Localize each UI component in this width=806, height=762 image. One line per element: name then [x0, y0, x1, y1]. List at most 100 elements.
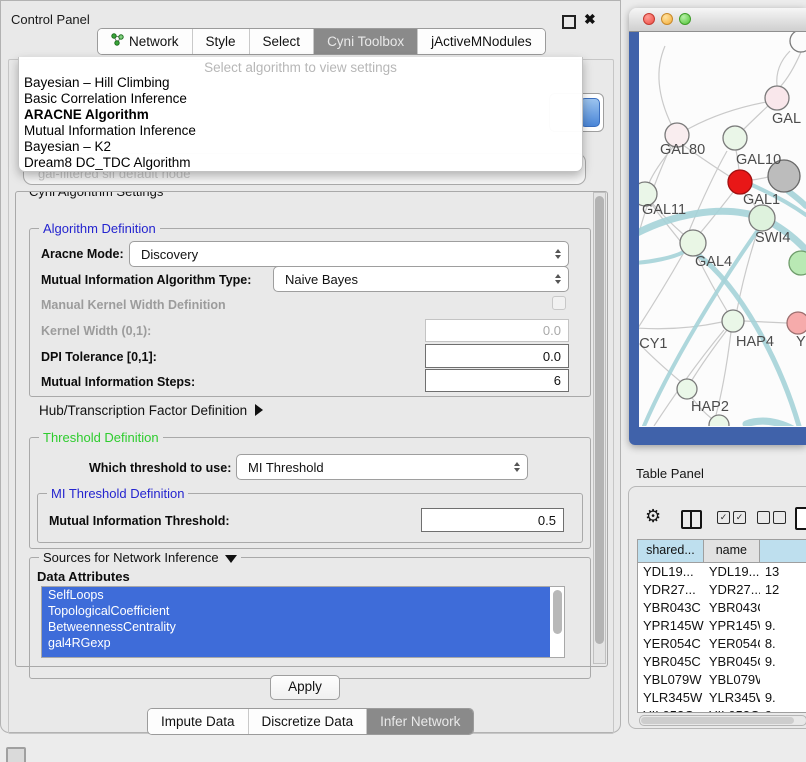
- gear-icon[interactable]: ⚙: [645, 507, 661, 525]
- attributes-scrollbar[interactable]: [552, 589, 563, 653]
- column-header-shared-name[interactable]: shared...: [638, 540, 704, 562]
- panel-title: Control Panel: [11, 12, 90, 27]
- tab-style[interactable]: Style: [192, 29, 249, 54]
- tab-network[interactable]: Network: [98, 29, 192, 54]
- table-row[interactable]: YLR345WYLR345W9.: [638, 689, 806, 707]
- node-label: GAL80: [660, 142, 705, 158]
- node-label: GAL10: [736, 152, 781, 168]
- kernel-width-field[interactable]: 0.0: [425, 319, 569, 342]
- table-horizontal-scrollbar[interactable]: [639, 715, 806, 726]
- network-node[interactable]: [677, 379, 697, 399]
- table-row[interactable]: YBL079WYBL079W: [638, 671, 806, 689]
- mi-threshold-label: Mutual Information Threshold:: [49, 514, 230, 528]
- network-node[interactable]: [749, 205, 775, 231]
- network-node[interactable]: [789, 251, 806, 275]
- node-label: GAL: [772, 111, 801, 127]
- mi-threshold-definition-title: MI Threshold Definition: [47, 486, 188, 501]
- unchecked-checkbox-icon[interactable]: [773, 511, 786, 524]
- network-node[interactable]: [722, 310, 744, 332]
- algorithm-options-list: Bayesian – Hill ClimbingBasic Correlatio…: [19, 75, 582, 171]
- algorithm-option[interactable]: ARACNE Algorithm: [19, 107, 582, 123]
- collapsed-panel-button[interactable]: [6, 747, 26, 762]
- close-icon[interactable]: ✖: [584, 11, 596, 28]
- tab-discretize-data[interactable]: Discretize Data: [248, 709, 367, 734]
- table-row[interactable]: YDR27...YDR27...12: [638, 581, 806, 599]
- hub-definition-label: Hub/Transcription Factor Definition: [39, 403, 247, 418]
- which-threshold-combo[interactable]: MI Threshold: [236, 454, 528, 480]
- table-row[interactable]: YDL19...YDL19...13: [638, 563, 806, 581]
- tab-impute-data[interactable]: Impute Data: [148, 709, 248, 734]
- expand-arrow-icon: [255, 404, 263, 416]
- attribute-list-item-partial[interactable]: [42, 651, 550, 657]
- algorithm-option[interactable]: Mutual Information Inference: [19, 123, 582, 139]
- table-panel: ⚙ ✓ ✓ shared... name YDL19...YDL19...13Y…: [628, 486, 806, 729]
- algorithm-definition-title: Algorithm Definition: [39, 221, 160, 236]
- checked-checkbox-icon[interactable]: ✓: [717, 511, 730, 524]
- close-traffic-light[interactable]: [643, 13, 655, 25]
- table-row[interactable]: YPR145WYPR145W9.: [638, 617, 806, 635]
- network-node[interactable]: [787, 312, 806, 334]
- threshold-definition-title: Threshold Definition: [39, 430, 163, 445]
- network-node[interactable]: [790, 32, 806, 52]
- combo-arrows-icon: [555, 249, 561, 259]
- table-panel-title: Table Panel: [636, 466, 704, 481]
- export-table-icon[interactable]: [795, 507, 806, 530]
- node-label: SWI4: [755, 230, 790, 246]
- tab-cyni-toolbox[interactable]: Cyni Toolbox: [313, 29, 417, 54]
- attribute-list-item[interactable]: TopologicalCoefficient: [42, 603, 550, 619]
- apply-button[interactable]: Apply: [270, 675, 340, 700]
- network-node[interactable]: [723, 126, 747, 150]
- columns-icon[interactable]: [681, 510, 702, 529]
- sources-group-title[interactable]: Sources for Network Inference: [39, 550, 241, 565]
- attribute-list-item[interactable]: gal4RGexp: [42, 635, 550, 651]
- tab-label: Network: [129, 29, 179, 54]
- settings-group-title: Cyni Algorithm Settings: [25, 191, 167, 199]
- float-window-icon[interactable]: [562, 15, 576, 29]
- minimize-traffic-light[interactable]: [661, 13, 673, 25]
- tab-infer-network[interactable]: Infer Network: [366, 709, 473, 734]
- algorithm-option[interactable]: Bayesian – K2: [19, 139, 582, 155]
- attribute-list-item[interactable]: SelfLoops: [42, 587, 550, 603]
- tab-jactivemnodules[interactable]: jActiveMNodules: [417, 29, 545, 54]
- network-node[interactable]: [709, 415, 729, 426]
- network-view-window: GALGAL80GAL10GAL1GAL11SWI4GAL4HAP4YGCY1H…: [629, 8, 806, 445]
- manual-kernel-width-checkbox[interactable]: [552, 296, 566, 310]
- tab-select[interactable]: Select: [249, 29, 314, 54]
- hub-definition-expander[interactable]: Hub/Transcription Factor Definition: [39, 403, 263, 418]
- algorithm-dropdown-popup: Select algorithm to view settings Bayesi…: [18, 57, 583, 172]
- column-header-cut[interactable]: [760, 540, 806, 562]
- popup-header: Select algorithm to view settings: [19, 57, 582, 75]
- manual-kernel-width-label: Manual Kernel Width Definition: [41, 298, 226, 312]
- aracne-mode-combo[interactable]: Discovery: [129, 241, 569, 267]
- network-node[interactable]: [765, 86, 789, 110]
- algorithm-option[interactable]: Bayesian – Hill Climbing: [19, 75, 582, 91]
- algorithm-option[interactable]: Dream8 DC_TDC Algorithm: [19, 155, 582, 171]
- node-label: HAP4: [736, 334, 774, 350]
- table-row[interactable]: YER054CYER054C8.: [638, 635, 806, 653]
- data-attributes-list[interactable]: SelfLoopsTopologicalCoefficientBetweenne…: [41, 586, 565, 658]
- table-row[interactable]: YIL052CYIL052C9.: [638, 707, 806, 713]
- settings-scrollbar[interactable]: [593, 192, 606, 664]
- control-panel-tabbar: Network Style Select Cyni Toolbox jActiv…: [97, 28, 546, 55]
- algorithm-option[interactable]: Basic Correlation Inference: [19, 91, 582, 107]
- mi-threshold-field[interactable]: 0.5: [421, 508, 564, 532]
- attribute-list-item[interactable]: BetweennessCentrality: [42, 619, 550, 635]
- combo-spinner-focused[interactable]: [580, 98, 600, 127]
- mi-algorithm-type-combo[interactable]: Naive Bayes: [273, 266, 569, 292]
- mi-algorithm-type-label: Mutual Information Algorithm Type:: [41, 273, 251, 287]
- table-body: YDL19...YDL19...13YDR27...YDR27...12YBR0…: [638, 563, 806, 713]
- mi-steps-field[interactable]: 6: [425, 369, 569, 392]
- network-node[interactable]: [728, 170, 752, 194]
- network-node[interactable]: [680, 230, 706, 256]
- checked-checkbox-icon[interactable]: ✓: [733, 511, 746, 524]
- network-canvas[interactable]: GALGAL80GAL10GAL1GAL11SWI4GAL4HAP4YGCY1H…: [639, 32, 806, 427]
- table-row[interactable]: YBR045CYBR045C9.: [638, 653, 806, 671]
- dpi-tolerance-field[interactable]: 0.0: [425, 344, 569, 368]
- network-window-titlebar[interactable]: [629, 8, 806, 32]
- zoom-traffic-light[interactable]: [679, 13, 691, 25]
- unchecked-checkbox-icon[interactable]: [757, 511, 770, 524]
- column-header-name[interactable]: name: [704, 540, 760, 562]
- network-window-frame: GALGAL80GAL10GAL1GAL11SWI4GAL4HAP4YGCY1H…: [629, 32, 806, 445]
- table-header-row: shared... name: [638, 540, 806, 563]
- table-row[interactable]: YBR043CYBR043C: [638, 599, 806, 617]
